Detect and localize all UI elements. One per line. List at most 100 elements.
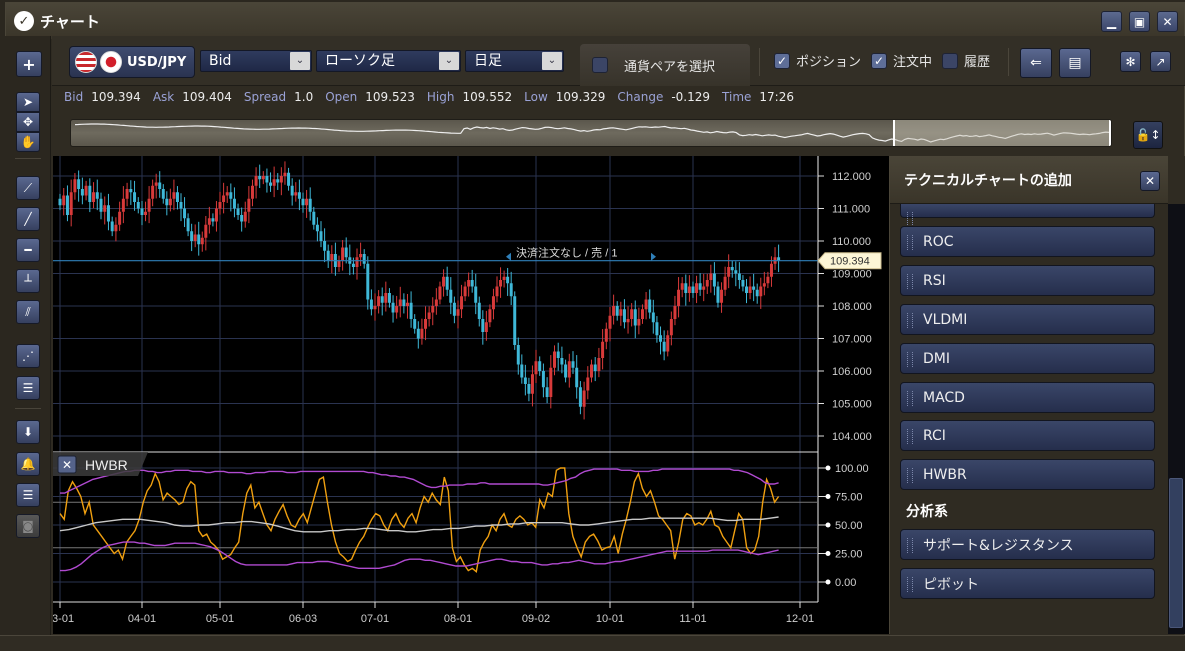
candle-body [560, 358, 564, 365]
candle-body [567, 361, 571, 378]
parallel-lines-tool[interactable]: ⫽ [16, 300, 40, 324]
candle-body [666, 335, 670, 352]
candle-body [495, 286, 499, 297]
candle-body [398, 299, 402, 306]
candle-body [88, 185, 92, 202]
analysis-support-resistance[interactable]: サポート&レジスタンス [900, 529, 1155, 560]
candle-body [272, 179, 276, 186]
range-navigator[interactable] [70, 119, 1112, 147]
history-label: 履歴 [964, 55, 991, 70]
horizontal-line-tool[interactable]: ━ [16, 238, 40, 262]
maximize-button[interactable]: ▣ [1129, 11, 1150, 32]
screenshot-button[interactable]: ◙ [16, 514, 40, 538]
scale-lock-button[interactable]: 🔓↕ [1133, 121, 1163, 149]
candle-body [730, 267, 734, 271]
horizontal-line-icon: ━ [24, 243, 32, 257]
pending-order-checkbox[interactable]: ✓ [871, 52, 888, 69]
indicator-hwbr[interactable]: HWBR [900, 459, 1155, 490]
price-tick-label: 107.000 [832, 334, 872, 346]
candle-body [232, 198, 236, 209]
hwbr-tick-dot [825, 579, 831, 585]
history-checkbox[interactable] [942, 52, 959, 69]
price-chart[interactable]: 104.000 105.000 106.000 107.000 108.000 109.0… [46, 156, 889, 634]
candle-body [467, 280, 471, 287]
popout-button[interactable]: ↗ [1150, 51, 1171, 72]
trend-line-tool[interactable]: ╱ [16, 207, 40, 231]
close-icon[interactable]: ✕ [62, 458, 72, 472]
position-checkbox[interactable]: ✓ [774, 52, 790, 69]
candle-body [308, 198, 312, 212]
candle-body [168, 198, 172, 206]
close-button[interactable]: ✕ [1157, 11, 1178, 32]
title-bar[interactable]: ✓ チャート ▁ ▣ ✕ [6, 3, 1184, 39]
list-icon: ☰ [22, 488, 34, 502]
panel-close-button[interactable]: ✕ [1140, 171, 1160, 191]
trend-segment-tool[interactable]: ⟋ [16, 176, 40, 200]
analysis-pivot[interactable]: ピボット [900, 568, 1155, 599]
candle-body [229, 192, 233, 199]
candle-body [158, 182, 162, 189]
settings-button[interactable]: ✻ [1120, 51, 1141, 72]
download-button[interactable]: ⬇ [16, 420, 40, 444]
timeframe-select[interactable]: 日足 ⌄ [465, 50, 564, 72]
candle-body [575, 367, 579, 388]
price-tick-label: 108.000 [832, 301, 872, 313]
chart-canvas[interactable]: 104.000 105.000 106.000 107.000 108.000 109.0… [46, 156, 889, 634]
add-chart-button[interactable]: + [16, 51, 42, 77]
indicator-vldmi[interactable]: VLDMI [900, 304, 1155, 335]
pair-label: USD/JPY [127, 54, 187, 70]
candle-body [477, 302, 481, 319]
candle-body [315, 224, 319, 232]
candle-body [499, 280, 503, 287]
price-tick-label: 110.000 [832, 236, 871, 248]
indicator-rci[interactable]: RCI [900, 420, 1155, 451]
panel-scrollbar[interactable] [1168, 204, 1185, 634]
candle-body [766, 276, 770, 284]
hwbr-tick-dot [825, 494, 831, 499]
candle-body [698, 283, 702, 290]
candle-body [705, 280, 709, 287]
vertical-line-icon: ┴ [24, 274, 32, 288]
position-label: 決済注文なし / 売 / 1 [516, 246, 617, 260]
indicator-rsi[interactable]: RSI [900, 265, 1155, 296]
chart-type-select[interactable]: ローソク足 ⌄ [316, 50, 461, 72]
indicator-item-hidden[interactable] [900, 204, 1155, 227]
candle-body [541, 371, 545, 388]
price-type-select[interactable]: Bid ⌄ [200, 50, 312, 72]
pointer-tool[interactable]: ➤ [16, 92, 40, 112]
candle-body [341, 247, 345, 261]
list-panel-button[interactable]: ▤ [1059, 48, 1091, 78]
crosshair-pointer-tool[interactable]: ✥ [16, 112, 40, 132]
high-value: 109.552 [462, 90, 513, 104]
scrollbar-thumb[interactable] [1169, 478, 1183, 628]
pair-select-tab[interactable]: 通貨ペアを選択 [580, 44, 750, 86]
open-value: 109.523 [365, 90, 415, 104]
order-panel-button[interactable]: ⇐ [1020, 48, 1052, 78]
hand-tool[interactable]: ✋ [16, 132, 40, 152]
indicator-dmi[interactable]: DMI [900, 343, 1155, 374]
analysis-category-label: 分析系 [906, 504, 948, 520]
alert-button[interactable]: 🔔 [16, 452, 40, 476]
navigator-window-handle[interactable] [893, 120, 1111, 146]
retracement-icon: ☰ [22, 381, 34, 395]
indicator-macd[interactable]: MACD [900, 382, 1155, 413]
candle-body [305, 198, 309, 206]
candle-body [337, 260, 341, 267]
list-button[interactable]: ☰ [16, 483, 40, 507]
vertical-line-tool[interactable]: ┴ [16, 269, 40, 293]
indicator-roc[interactable]: ROC [900, 226, 1155, 257]
fibonacci-retracement-tool[interactable]: ☰ [16, 376, 40, 400]
candle-body [214, 208, 218, 222]
fibonacci-fan-tool[interactable]: ⋰ [16, 344, 40, 368]
candle-body [615, 306, 619, 316]
candle-body [279, 176, 283, 183]
candle-body [608, 315, 612, 329]
time-tick-label: 08-01 [444, 613, 472, 625]
panel-list-icon: ▤ [1068, 55, 1082, 71]
currency-pair-button[interactable]: USD/JPY [69, 46, 195, 78]
candle-body [530, 374, 534, 394]
minimize-button[interactable]: ▁ [1101, 11, 1122, 32]
pair-select-checkbox[interactable] [592, 57, 608, 73]
pending-order-label: 注文中 [893, 55, 933, 70]
cursor-arrow-icon: ➤ [22, 95, 34, 109]
